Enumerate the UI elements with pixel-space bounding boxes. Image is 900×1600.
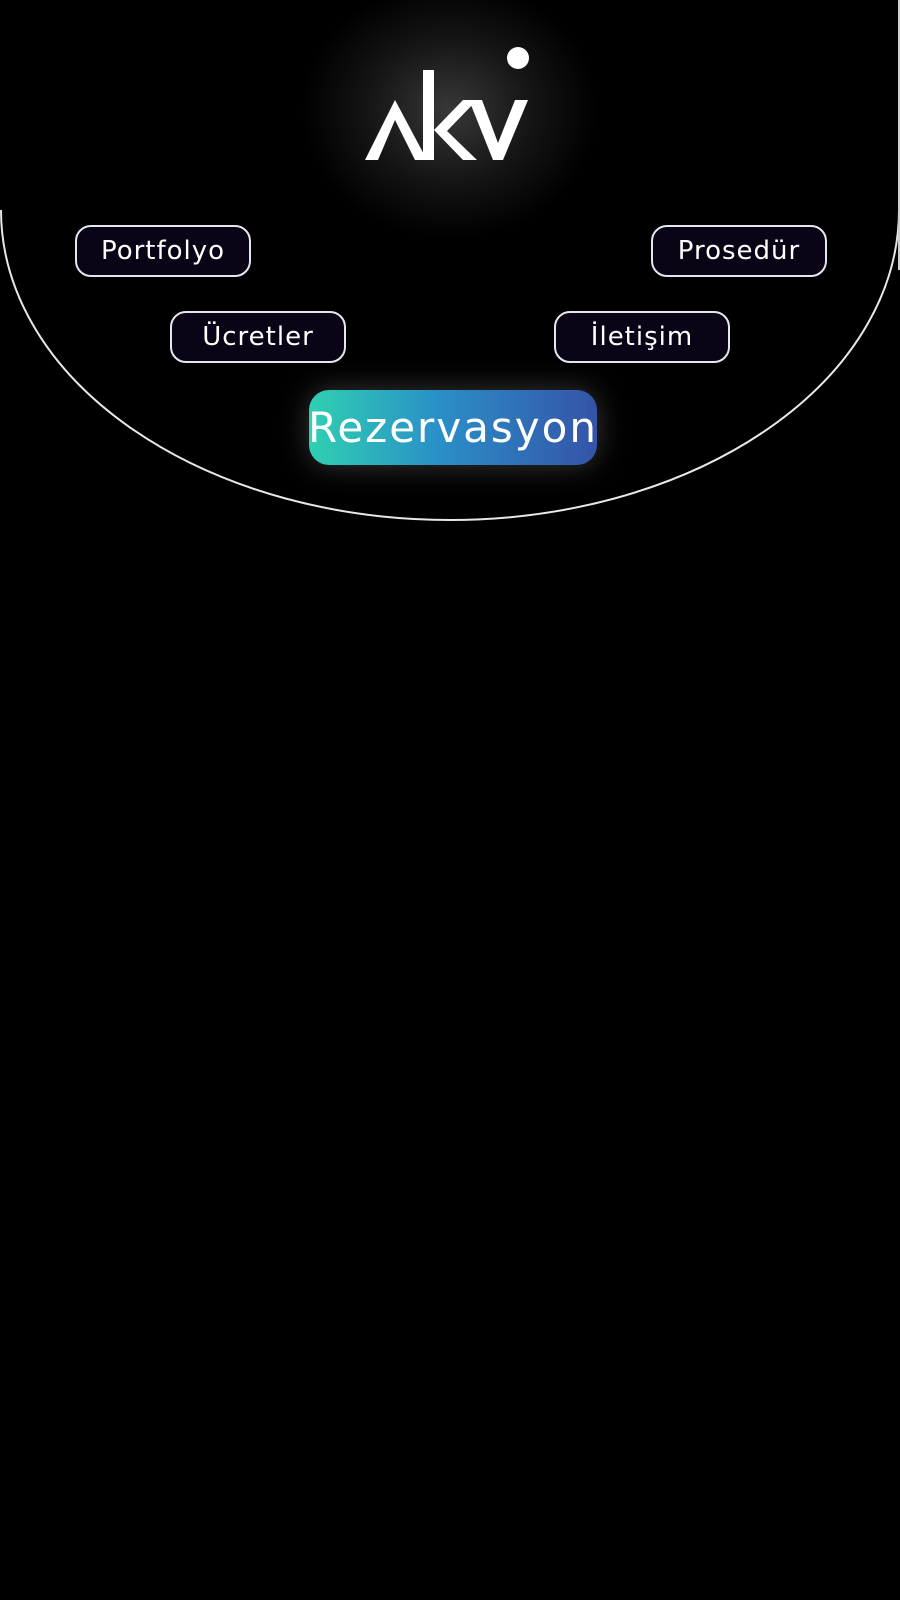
reservation-button[interactable]: Rezervasyon — [308, 390, 597, 465]
nav-portfolio-button[interactable]: Portfolyo — [75, 225, 251, 277]
nav-procedure-button[interactable]: Prosedür — [651, 225, 827, 277]
nav-contact-button[interactable]: İletişim — [554, 311, 730, 363]
akv-logo[interactable] — [365, 45, 535, 165]
nav-prices-button[interactable]: Ücretler — [170, 311, 346, 363]
